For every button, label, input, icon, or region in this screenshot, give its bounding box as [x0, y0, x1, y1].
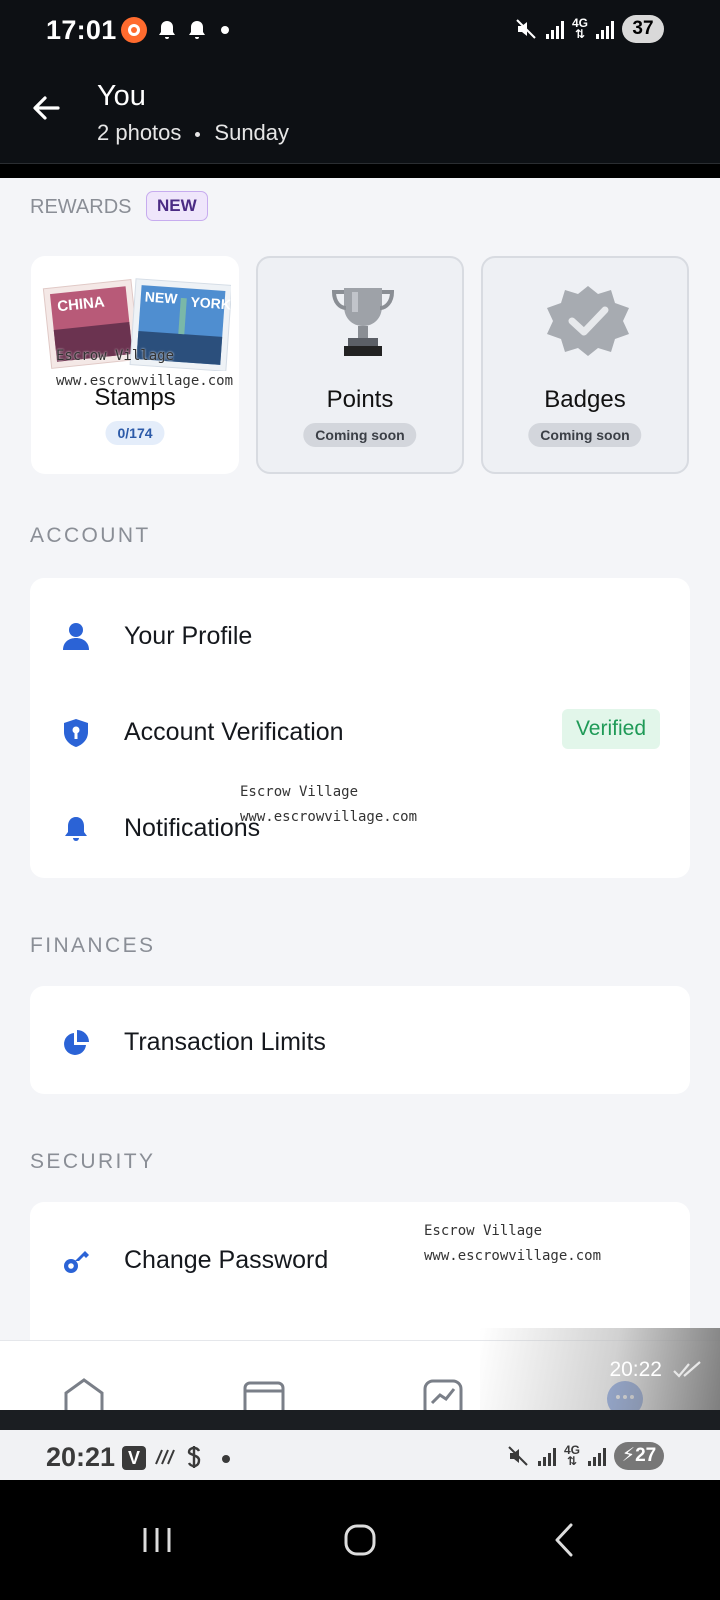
- account-verification-row[interactable]: Account Verification Verified: [30, 682, 690, 778]
- status-right-icons: 4G ⇅ 37: [514, 15, 664, 43]
- recent-apps-icon[interactable]: [127, 1510, 187, 1570]
- card-icon[interactable]: [242, 1377, 286, 1411]
- stamps-image: CHINA NEW YORK: [42, 278, 231, 371]
- home-icon[interactable]: [62, 1377, 106, 1411]
- more-notifications-dot-icon: [222, 1455, 230, 1463]
- signal-icon: [545, 19, 564, 39]
- viewer-subtitle: 2 photos Sunday: [97, 120, 289, 146]
- back-arrow-icon[interactable]: [28, 90, 64, 126]
- trophy-icon: [331, 288, 395, 356]
- viewer-header: You 2 photos Sunday: [0, 62, 720, 164]
- verified-badge: Verified: [561, 709, 660, 749]
- badge-icon: [547, 286, 629, 356]
- new-badge: NEW: [146, 191, 208, 221]
- battery-indicator: 37: [622, 15, 664, 43]
- signal-icon: [588, 1446, 606, 1466]
- signal-icon: [596, 19, 614, 39]
- your-profile-label: Your Profile: [124, 622, 253, 650]
- signal-icon: [537, 1446, 556, 1466]
- pie-chart-icon: [64, 1030, 89, 1055]
- bell-icon: [65, 817, 87, 841]
- svg-text:YORK: YORK: [190, 294, 231, 313]
- status-time: 20:21: [46, 1442, 116, 1472]
- double-check-icon: [673, 1361, 701, 1378]
- notifications-row[interactable]: Notifications: [30, 778, 690, 874]
- app-screen: REWARDS NEW CHINA NEW YORK Stamps 0/174: [0, 178, 720, 1430]
- mute-icon: [516, 19, 536, 39]
- notification-bell-icon: [157, 19, 177, 41]
- points-status: Coming soon: [303, 423, 417, 447]
- your-profile-row[interactable]: Your Profile: [30, 586, 690, 682]
- key-icon: [64, 1251, 89, 1273]
- network-type: 4G ⇅: [563, 1443, 580, 1468]
- screen-record-icon: [121, 17, 147, 43]
- overlay-timestamp: 20:22: [609, 1358, 662, 1381]
- badges-title: Badges: [544, 386, 626, 413]
- svg-text:NEW: NEW: [144, 288, 178, 306]
- account-verification-label: Account Verification: [124, 718, 344, 746]
- network-type: 4G ⇅: [571, 16, 588, 41]
- battery-indicator: ⚡27: [614, 1442, 664, 1470]
- transaction-limits-label: Transaction Limits: [124, 1028, 326, 1056]
- rewards-section-label: REWARDS: [30, 196, 132, 218]
- notifications-label: Notifications: [124, 814, 261, 842]
- mute-icon: [508, 1446, 528, 1466]
- security-section-label: SECURITY: [30, 1150, 156, 1173]
- change-password-row[interactable]: Change Password: [30, 1210, 690, 1306]
- person-icon: [63, 623, 89, 650]
- dollar-icon: [187, 1446, 201, 1468]
- account-card: Your Profile Account Verification Verifi…: [30, 578, 690, 878]
- status-time: 17:01: [46, 15, 117, 45]
- shield-icon: [64, 719, 88, 747]
- viewer-title: You: [97, 80, 146, 112]
- bottom-status-bar: 20:21 V 4G ⇅ ⚡27: [0, 1430, 720, 1480]
- account-section-label: ACCOUNT: [30, 524, 151, 547]
- divider-band: [0, 1410, 720, 1430]
- status-right-icons: 4G ⇅ ⚡27: [506, 1442, 664, 1470]
- badges-card[interactable]: Badges Coming soon: [481, 256, 689, 474]
- status-notification-icons: [121, 17, 229, 43]
- points-title: Points: [326, 386, 394, 413]
- stripes-icon: [155, 1449, 175, 1465]
- top-status-bar: 17:01 4G ⇅ 37: [0, 0, 720, 62]
- notification-bell-icon: [187, 19, 207, 41]
- chart-icon[interactable]: [422, 1377, 466, 1411]
- app-v-icon: V: [122, 1446, 146, 1470]
- finances-section-label: FINANCES: [30, 934, 156, 957]
- change-password-label: Change Password: [124, 1246, 329, 1274]
- stamps-progress: 0/174: [105, 421, 165, 445]
- finances-card: Transaction Limits: [30, 986, 690, 1094]
- transaction-limits-row[interactable]: Transaction Limits: [30, 992, 690, 1088]
- more-notifications-dot-icon: [221, 26, 229, 34]
- back-button-icon[interactable]: [533, 1510, 593, 1570]
- stamps-card[interactable]: CHINA NEW YORK Stamps 0/174: [31, 256, 239, 474]
- system-navigation-bar: [0, 1480, 720, 1600]
- photo-day: Sunday: [214, 120, 290, 145]
- stamps-title: Stamps: [94, 384, 176, 411]
- photo-count: 2 photos: [97, 120, 182, 145]
- badges-status: Coming soon: [528, 423, 642, 447]
- points-card[interactable]: Points Coming soon: [256, 256, 464, 474]
- home-button-icon[interactable]: [330, 1510, 390, 1570]
